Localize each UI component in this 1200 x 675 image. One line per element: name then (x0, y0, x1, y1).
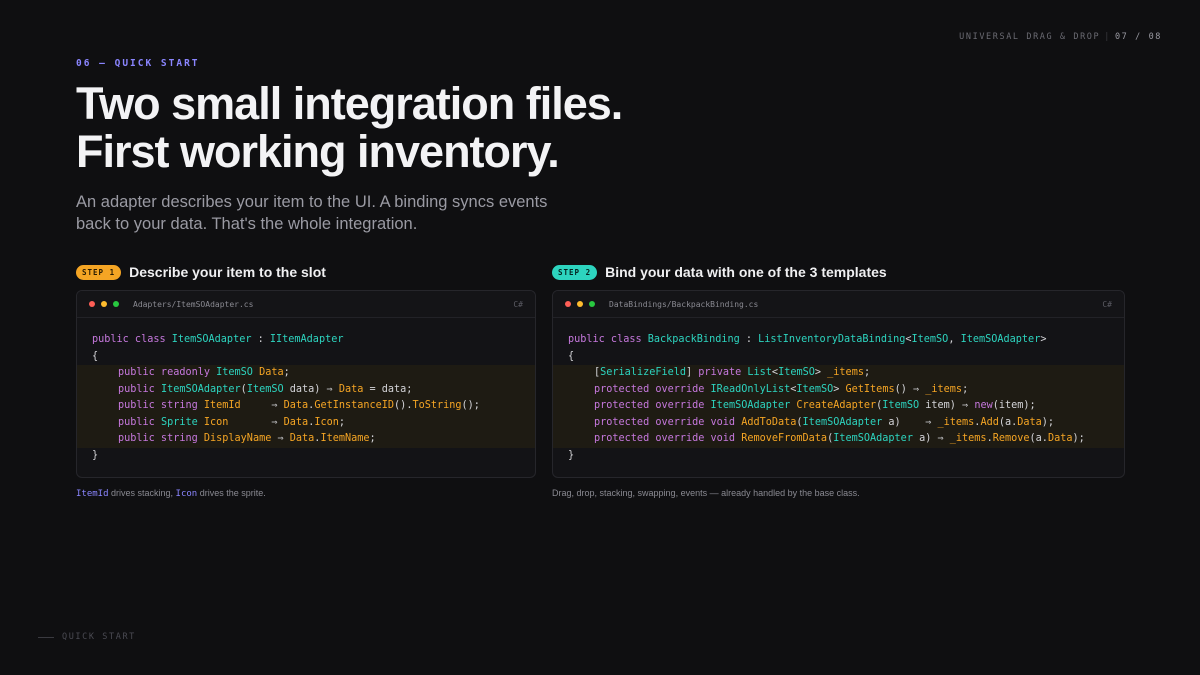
code-line: protected override IReadOnlyList<ItemSO>… (553, 381, 1124, 398)
headline-line-2: First working inventory. (76, 126, 560, 177)
code-line: public class ItemSOAdapter : IItemAdapte… (92, 334, 344, 345)
close-dot-icon (89, 301, 95, 307)
code-line: } (92, 449, 99, 461)
file-path: DataBindings/BackpackBinding.cs (609, 299, 759, 309)
deck-title: UNIVERSAL DRAG & DROP (959, 32, 1101, 42)
lede-line-2: back to your data. That's the whole inte… (76, 215, 418, 233)
caption-term-itemid: ItemId (76, 489, 109, 499)
step-1-badge: STEP 1 (76, 264, 122, 280)
code-line: protected override void RemoveFromData(I… (553, 431, 1124, 448)
code-line: { (568, 350, 575, 362)
code-panel-adapter: Adapters/ItemSOAdapter.cs C# public clas… (76, 290, 536, 478)
code-line: protected override void AddToData(ItemSO… (553, 414, 1124, 431)
code-panel-titlebar: DataBindings/BackpackBinding.cs C# (553, 291, 1124, 318)
step-2-title: Bind your data with one of the 3 templat… (605, 264, 887, 280)
step-2-caption: Drag, drop, stacking, swapping, events —… (552, 488, 860, 498)
maximize-dot-icon (113, 301, 119, 307)
maximize-dot-icon (589, 301, 595, 307)
code-line: } (568, 449, 575, 461)
headline-line-1: Two small integration files. (76, 78, 623, 129)
code-line: { (92, 350, 99, 362)
code-block: public class BackpackBinding : ListInven… (553, 318, 1124, 464)
step-1-caption: ItemId drives stacking, Icon drives the … (76, 488, 266, 499)
code-panel-titlebar: Adapters/ItemSOAdapter.cs C# (77, 291, 535, 318)
code-line: public ItemSOAdapter(ItemSO data) ⇒ Data… (77, 381, 535, 398)
step-1-heading: STEP 1 Describe your item to the slot (76, 264, 326, 280)
language-label: C# (513, 299, 523, 309)
code-panel-binding: DataBindings/BackpackBinding.cs C# publi… (552, 290, 1125, 478)
code-line: public Sprite Icon ⇒ Data.Icon; (77, 414, 535, 431)
code-line: public readonly ItemSO Data; (77, 365, 535, 382)
minimize-dot-icon (577, 301, 583, 307)
close-dot-icon (565, 301, 571, 307)
page-indicator: UNIVERSAL DRAG & DROP | 07 / 08 (959, 32, 1162, 42)
footer-section-label: QUICK START (38, 632, 136, 642)
section-eyebrow: 06 — QUICK START (76, 58, 200, 69)
language-label: C# (1102, 299, 1112, 309)
page-total: 08 (1148, 32, 1162, 42)
code-line: public class BackpackBinding : ListInven… (568, 334, 1047, 345)
footer-rule (38, 636, 54, 638)
page-current: 07 (1114, 32, 1129, 42)
step-2-heading: STEP 2 Bind your data with one of the 3 … (552, 264, 887, 280)
step-2-badge: STEP 2 (552, 264, 598, 280)
headline: Two small integration files. First worki… (76, 78, 623, 177)
caption-term-icon: Icon (175, 489, 198, 499)
lede: An adapter describes your item to the UI… (76, 191, 596, 235)
file-path: Adapters/ItemSOAdapter.cs (133, 299, 254, 309)
code-line: public string ItemId ⇒ Data.GetInstanceI… (77, 398, 535, 415)
footer-label: QUICK START (62, 632, 136, 642)
code-block: public class ItemSOAdapter : IItemAdapte… (77, 318, 535, 464)
code-line: public string DisplayName ⇒ Data.ItemNam… (77, 431, 535, 448)
step-1-title: Describe your item to the slot (129, 264, 326, 280)
code-line: [SerializeField] private List<ItemSO> _i… (553, 365, 1124, 382)
minimize-dot-icon (101, 301, 107, 307)
code-line: protected override ItemSOAdapter CreateA… (553, 398, 1124, 415)
lede-line-1: An adapter describes your item to the UI… (76, 193, 548, 211)
